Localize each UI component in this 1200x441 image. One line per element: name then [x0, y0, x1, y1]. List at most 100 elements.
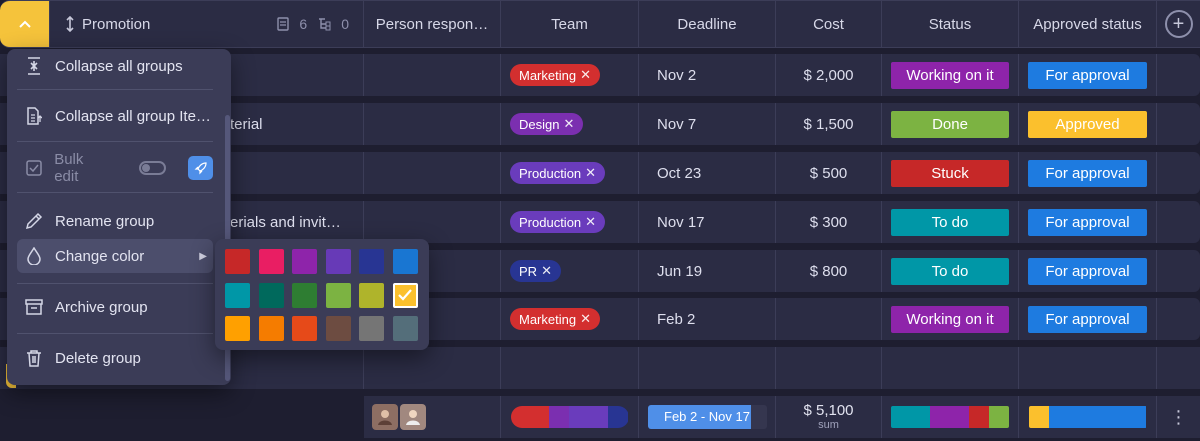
column-header-approved[interactable]: Approved status: [1019, 0, 1157, 48]
status-cell[interactable]: To do: [882, 250, 1019, 292]
summary-person[interactable]: [364, 396, 501, 438]
more-options-icon[interactable]: ⋮: [1157, 396, 1200, 438]
group-name-header[interactable]: Promotion 6 0: [50, 0, 364, 48]
status-label[interactable]: Working on it: [891, 61, 1009, 89]
add-column-button[interactable]: +: [1164, 10, 1193, 38]
approved-label[interactable]: For approval: [1028, 61, 1147, 89]
bulk-edit-toggle[interactable]: [139, 161, 167, 175]
approved-cell[interactable]: For approval: [1019, 201, 1157, 243]
color-swatch[interactable]: [225, 249, 250, 274]
status-cell[interactable]: Done: [882, 103, 1019, 145]
status-cell[interactable]: Working on it: [882, 54, 1019, 96]
color-swatch[interactable]: [325, 316, 351, 341]
color-swatch[interactable]: [225, 316, 250, 341]
menu-archive-group[interactable]: Archive group: [17, 290, 213, 324]
avatar[interactable]: [372, 404, 398, 430]
team-cell[interactable]: Marketing ✕: [501, 54, 639, 96]
color-swatch[interactable]: [325, 282, 351, 308]
drag-handle-icon[interactable]: [66, 16, 74, 32]
color-swatch[interactable]: [325, 249, 351, 274]
approved-label[interactable]: For approval: [1028, 208, 1147, 236]
status-label[interactable]: To do: [891, 257, 1009, 285]
status-cell[interactable]: Stuck: [882, 152, 1019, 194]
column-header-team[interactable]: Team: [501, 0, 639, 48]
cost-cell[interactable]: $ 500: [776, 152, 882, 194]
team-tag[interactable]: Design ✕: [510, 113, 584, 135]
status-label[interactable]: Done: [891, 110, 1009, 138]
column-header-cost[interactable]: Cost: [776, 0, 882, 48]
status-cell[interactable]: Working on it: [882, 298, 1019, 340]
group-collapse-toggle[interactable]: [0, 0, 50, 48]
person-cell[interactable]: [364, 54, 501, 96]
cost-cell[interactable]: [776, 298, 882, 340]
color-swatch[interactable]: [392, 316, 418, 341]
deadline-cell[interactable]: Oct 23: [639, 152, 776, 194]
team-tag[interactable]: PR ✕: [510, 260, 561, 282]
team-tag[interactable]: Marketing ✕: [510, 308, 600, 330]
menu-bulk-edit[interactable]: Bulk edit: [17, 151, 213, 185]
cost-cell[interactable]: $ 1,500: [776, 103, 882, 145]
person-cell[interactable]: [364, 152, 501, 194]
color-swatch[interactable]: [292, 316, 317, 341]
status-label[interactable]: To do: [891, 208, 1009, 236]
menu-collapse-group-items[interactable]: Collapse all group Ite…: [17, 99, 213, 133]
cost-cell[interactable]: $ 800: [776, 250, 882, 292]
person-cell[interactable]: [364, 201, 501, 243]
color-swatch[interactable]: [359, 249, 384, 274]
cost-cell[interactable]: $ 2,000: [776, 54, 882, 96]
deadline-cell[interactable]: Jun 19: [639, 250, 776, 292]
close-icon[interactable]: ✕: [585, 165, 596, 181]
approved-label[interactable]: For approval: [1028, 159, 1147, 187]
menu-collapse-all-groups[interactable]: Collapse all groups: [17, 49, 213, 83]
column-header-deadline[interactable]: Deadline: [639, 0, 776, 48]
close-icon[interactable]: ✕: [580, 311, 591, 327]
color-swatch[interactable]: [359, 316, 384, 341]
deadline-cell[interactable]: Feb 2: [639, 298, 776, 340]
approved-cell[interactable]: For approval: [1019, 54, 1157, 96]
color-swatch[interactable]: [359, 282, 384, 308]
menu-change-color[interactable]: Change color ▶: [17, 239, 213, 273]
close-icon[interactable]: ✕: [541, 263, 552, 279]
color-swatch[interactable]: [258, 316, 284, 341]
color-swatch[interactable]: [258, 282, 284, 308]
color-swatch[interactable]: [392, 282, 418, 308]
team-tag[interactable]: Production ✕: [510, 162, 606, 184]
team-cell[interactable]: PR ✕: [501, 250, 639, 292]
avatar[interactable]: [400, 404, 426, 430]
close-icon[interactable]: ✕: [580, 67, 591, 83]
team-tag[interactable]: Marketing ✕: [510, 64, 600, 86]
close-icon[interactable]: ✕: [563, 116, 574, 132]
approved-cell[interactable]: For approval: [1019, 152, 1157, 194]
approved-cell[interactable]: Approved: [1019, 103, 1157, 145]
column-header-status[interactable]: Status: [882, 0, 1019, 48]
team-cell[interactable]: Production ✕: [501, 152, 639, 194]
team-cell[interactable]: Marketing ✕: [501, 298, 639, 340]
menu-rename-group[interactable]: Rename group: [17, 204, 213, 238]
color-swatch[interactable]: [392, 249, 418, 274]
person-cell[interactable]: [364, 103, 501, 145]
color-swatch[interactable]: [292, 282, 317, 308]
status-cell[interactable]: To do: [882, 201, 1019, 243]
close-icon[interactable]: ✕: [585, 214, 596, 230]
approved-label[interactable]: Approved: [1028, 110, 1147, 138]
team-cell[interactable]: Design ✕: [501, 103, 639, 145]
approved-label[interactable]: For approval: [1028, 257, 1147, 285]
status-label[interactable]: Working on it: [891, 305, 1009, 333]
color-swatch[interactable]: [292, 249, 317, 274]
team-tag[interactable]: Production ✕: [510, 211, 606, 233]
deadline-cell[interactable]: Nov 7: [639, 103, 776, 145]
deadline-cell[interactable]: Nov 17: [639, 201, 776, 243]
color-swatch[interactable]: [225, 282, 250, 308]
deadline-cell[interactable]: Nov 2: [639, 54, 776, 96]
approved-cell[interactable]: For approval: [1019, 298, 1157, 340]
rocket-icon[interactable]: [188, 156, 213, 180]
status-label[interactable]: Stuck: [891, 159, 1009, 187]
cost-cell[interactable]: $ 300: [776, 201, 882, 243]
column-header-person[interactable]: Person respon…: [364, 0, 501, 48]
menu-delete-group[interactable]: Delete group: [17, 341, 213, 375]
approved-cell[interactable]: For approval: [1019, 250, 1157, 292]
group-title[interactable]: Promotion: [82, 16, 150, 33]
team-cell[interactable]: Production ✕: [501, 201, 639, 243]
color-swatch[interactable]: [258, 249, 284, 274]
approved-label[interactable]: For approval: [1028, 305, 1147, 333]
